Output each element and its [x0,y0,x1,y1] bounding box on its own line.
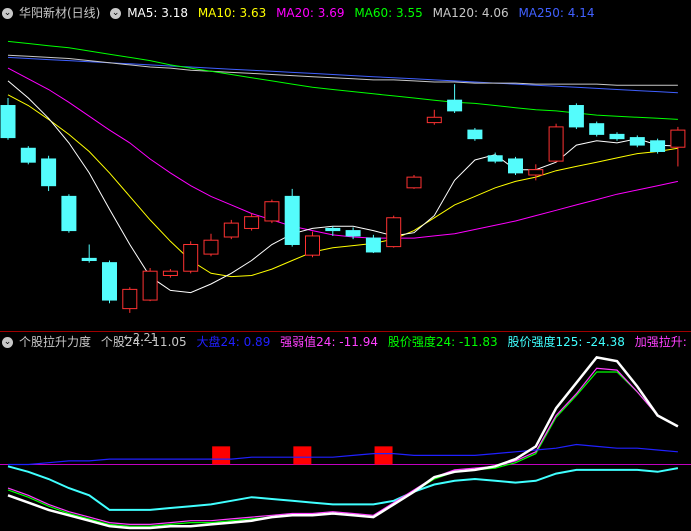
candle-up [142,270,158,301]
line-ma120 [7,54,678,86]
series-market24 [8,443,678,466]
candle-up [122,288,138,310]
candle-down [568,105,584,128]
candle-down [20,147,36,163]
candle-up [548,126,564,162]
candle-up [183,243,199,272]
candle-up [406,176,422,189]
candle-down [41,158,57,187]
candle-up [264,201,280,222]
candle-down [345,230,361,237]
candle-down [61,195,77,232]
candle-up [670,129,686,148]
candle-down [102,262,117,301]
candle-down [365,237,381,253]
candle-down [284,195,300,245]
candle-up [528,169,544,176]
series-weak24 [7,367,679,526]
candle-down [589,123,605,135]
candle-up [426,116,442,124]
candle-up [162,270,178,276]
candle-down [609,133,625,140]
series-pstr125 [7,465,679,511]
candle-down [629,137,645,146]
series-pstr24 [7,371,679,527]
candle-down [325,227,341,232]
candle-down [508,158,523,174]
series-stock24 [7,356,679,530]
candle-up [244,216,260,229]
candle-up [203,239,219,255]
candle-up [223,222,239,238]
boost-bar [374,446,393,465]
candle-down [81,257,97,262]
candle-down [0,105,16,139]
candle-down [467,129,483,140]
candle-up [305,235,320,256]
low-price-label: ←2.21 [124,331,158,344]
boost-bar [212,446,231,465]
candle-down [650,140,666,152]
candle-down [447,99,463,112]
candle-up [386,217,402,248]
line-ma20 [7,67,679,239]
chart-canvas[interactable]: ←2.21 [0,0,691,531]
boost-bar [293,446,312,465]
candle-down [487,155,503,162]
